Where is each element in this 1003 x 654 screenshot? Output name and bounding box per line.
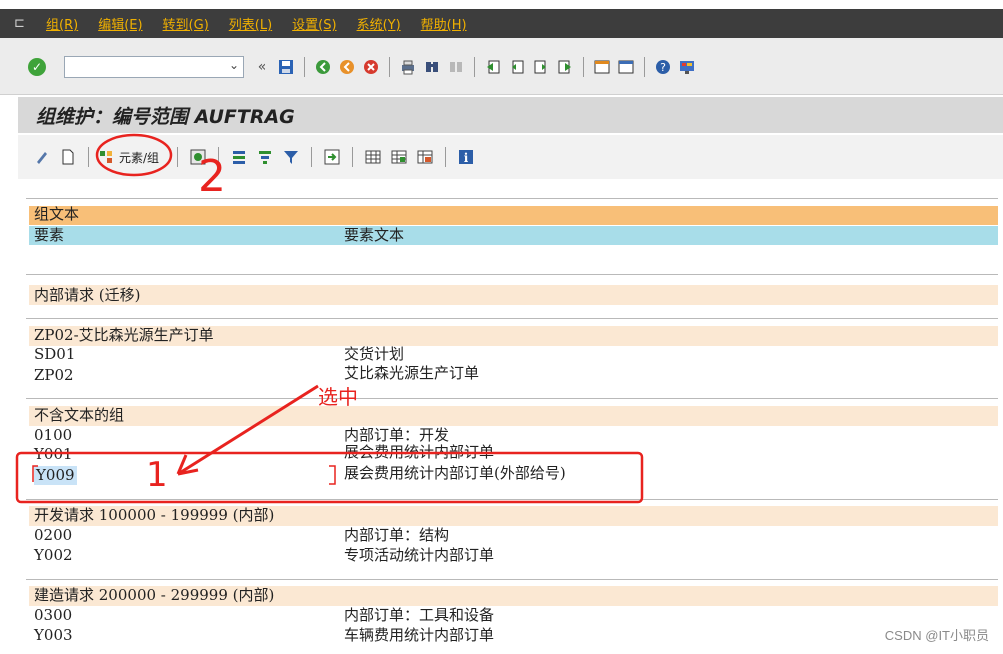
help-icon[interactable]: ? [653, 57, 673, 77]
watermark: CSDN @IT小职员 [884, 628, 989, 643]
svg-text:i: i [464, 151, 469, 165]
element-code[interactable]: SD01 [34, 345, 75, 364]
group-title[interactable]: 建造请求 200000 - 299999 (内部) [34, 586, 274, 605]
element-code[interactable]: Y003 [34, 626, 73, 645]
previous-page-icon[interactable] [507, 57, 527, 77]
divider [26, 579, 998, 580]
divider [26, 499, 998, 500]
title-bar: 组维护：编号范围 AUFTRAG [18, 97, 1003, 133]
export-icon[interactable] [322, 147, 342, 167]
print-icon[interactable] [398, 57, 418, 77]
group-title[interactable]: 内部请求 (迁移) [34, 286, 140, 305]
element-code[interactable]: Y002 [34, 546, 73, 565]
divider [26, 198, 998, 199]
group-title-row [29, 285, 998, 305]
find-next-icon[interactable] [446, 57, 466, 77]
window-top-strip [0, 0, 1003, 9]
sort-descending-icon[interactable] [255, 147, 275, 167]
edit-pencil-icon[interactable] [32, 147, 52, 167]
menu-list[interactable]: 列表(L) [229, 14, 272, 33]
group-title[interactable]: 不含文本的组 [34, 406, 124, 425]
element-text: 展会费用统计内部订单(外部给号) [344, 464, 566, 482]
standard-toolbar-icons: « ? [252, 54, 697, 80]
header-element-text: 要素文本 [344, 226, 405, 244]
shortcut-icon[interactable] [616, 57, 636, 77]
first-page-icon[interactable] [483, 57, 503, 77]
separator [177, 147, 179, 167]
chevron-down-icon[interactable]: ⌄ [229, 58, 239, 72]
element-group-button[interactable]: 元素/组 [119, 149, 159, 166]
separator [644, 57, 645, 77]
filter-icon[interactable] [281, 147, 301, 167]
info-icon[interactable]: i [456, 147, 476, 167]
divider [26, 274, 998, 275]
save-icon[interactable] [276, 57, 296, 77]
group-list: 组文本 要素 要素文本 内部请求 (迁移) ZP02-艾比森光源生产订单 SD0… [26, 196, 998, 654]
header-group-text: 组文本 [34, 205, 80, 223]
menu-edit[interactable]: 编辑(E) [98, 14, 142, 33]
separator [88, 147, 89, 167]
separator [352, 147, 354, 167]
cancel-icon[interactable] [361, 57, 381, 77]
element-text: 内部订单：工具和设备 [344, 606, 495, 624]
select-layout-icon[interactable] [415, 147, 435, 167]
divider [26, 318, 998, 319]
menu-bar: ⊏ 组(R) 编辑(E) 转到(G) 列表(L) 设置(S) 系统(Y) 帮助(… [0, 9, 1003, 38]
element-text: 车辆费用统计内部订单 [344, 626, 495, 644]
menu-help[interactable]: 帮助(H) [421, 14, 467, 33]
history-icon[interactable]: « [252, 57, 272, 77]
new-document-icon[interactable] [58, 147, 78, 167]
header-group-row [29, 206, 998, 225]
new-session-icon[interactable] [592, 57, 612, 77]
menu-system[interactable]: 系统(Y) [357, 14, 401, 33]
window-menu-icon[interactable]: ⊏ [14, 16, 38, 32]
separator [304, 57, 305, 77]
separator [445, 147, 447, 167]
back-icon[interactable] [313, 57, 333, 77]
change-layout-icon[interactable] [389, 147, 409, 167]
element-text: 内部订单：结构 [344, 526, 450, 544]
separator [474, 57, 475, 77]
element-text: 展会费用统计内部订单 [344, 443, 495, 461]
next-page-icon[interactable] [531, 57, 551, 77]
element-code[interactable]: 0100 [34, 426, 72, 445]
application-toolbar: 元素/组 i [18, 135, 1003, 179]
group-title[interactable]: ZP02-艾比森光源生产订单 [34, 326, 214, 345]
element-text: 交货计划 [344, 345, 405, 363]
group-title[interactable]: 开发请求 100000 - 199999 (内部) [34, 506, 274, 525]
menu-goto[interactable]: 转到(G) [163, 14, 209, 33]
element-code[interactable]: 0200 [34, 526, 72, 545]
detail-icon[interactable] [188, 147, 208, 167]
exit-icon[interactable] [337, 57, 357, 77]
separator [311, 147, 313, 167]
svg-text:?: ? [660, 61, 666, 74]
element-text: 艾比森光源生产订单 [344, 364, 480, 382]
separator [218, 147, 220, 167]
command-field[interactable]: ⌄ [64, 56, 244, 78]
element-code[interactable]: Y001 [34, 445, 73, 464]
layout-icon[interactable] [363, 147, 383, 167]
enter-check-icon[interactable]: ✓ [28, 58, 46, 76]
element-text: 专项活动统计内部订单 [344, 546, 495, 564]
sort-ascending-icon[interactable] [229, 147, 249, 167]
last-page-icon[interactable] [555, 57, 575, 77]
separator [583, 57, 584, 77]
header-element: 要素 [34, 226, 65, 244]
element-code[interactable]: 0300 [34, 606, 72, 625]
menu-group[interactable]: 组(R) [46, 14, 78, 33]
divider [26, 398, 998, 399]
menu-settings[interactable]: 设置(S) [292, 14, 336, 33]
page-title: 组维护：编号范围 AUFTRAG [36, 105, 295, 128]
element-code[interactable]: ZP02 [34, 366, 74, 385]
group-title-row [29, 406, 998, 426]
customize-layout-icon[interactable] [677, 57, 697, 77]
element-group-icon[interactable] [99, 147, 113, 167]
find-icon[interactable] [422, 57, 442, 77]
separator [389, 57, 390, 77]
element-code-selected[interactable]: Y009 [34, 466, 77, 485]
header-element-row [29, 226, 998, 245]
